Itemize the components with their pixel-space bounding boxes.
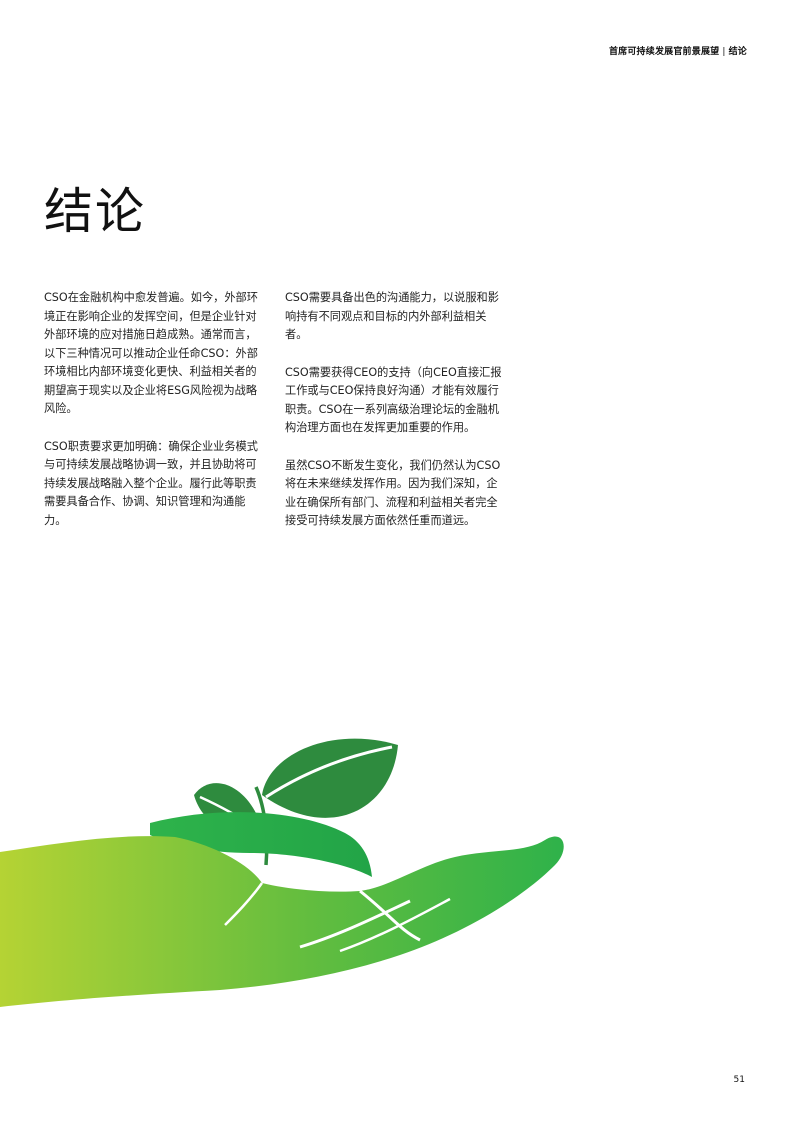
header-section-title: 首席可持续发展官前景展望 <box>608 47 720 57</box>
left-text-column: CSO在金融机构中愈发普遍。如今，外部环境正在影响企业的发挥空间，但是企业针对外… <box>44 289 266 549</box>
paragraph: CSO在金融机构中愈发普遍。如今，外部环境正在影响企业的发挥空间，但是企业针对外… <box>44 291 258 415</box>
hand-holding-seedling-icon <box>0 738 564 1007</box>
paragraph: CSO职责要求更加明确：确保企业业务模式与可持续发展战略协调一致，并且协助将可持… <box>44 439 258 527</box>
header-chapter-title: 结论 <box>728 47 747 57</box>
paragraph: CSO需要获得CEO的支持（向CEO直接汇报工作或与CEO保持良好沟通）才能有效… <box>285 365 502 435</box>
hand <box>0 836 564 1007</box>
running-header: 首席可持续发展官前景展望 | 结论 <box>609 44 747 57</box>
page-number: 51 <box>733 1075 745 1085</box>
page-title: 结论 <box>44 183 147 240</box>
paragraph: 虽然CSO不断发生变化，我们仍然认为CSO将在未来继续发挥作用。因为我们深知，企… <box>285 458 501 528</box>
header-separator: | <box>722 47 726 57</box>
paragraph: CSO需要具备出色的沟通能力，以说服和影响持有不同观点和目标的内外部利益相关者。 <box>285 291 499 341</box>
right-text-column: CSO需要具备出色的沟通能力，以说服和影响持有不同观点和目标的内外部利益相关者。… <box>285 289 507 550</box>
